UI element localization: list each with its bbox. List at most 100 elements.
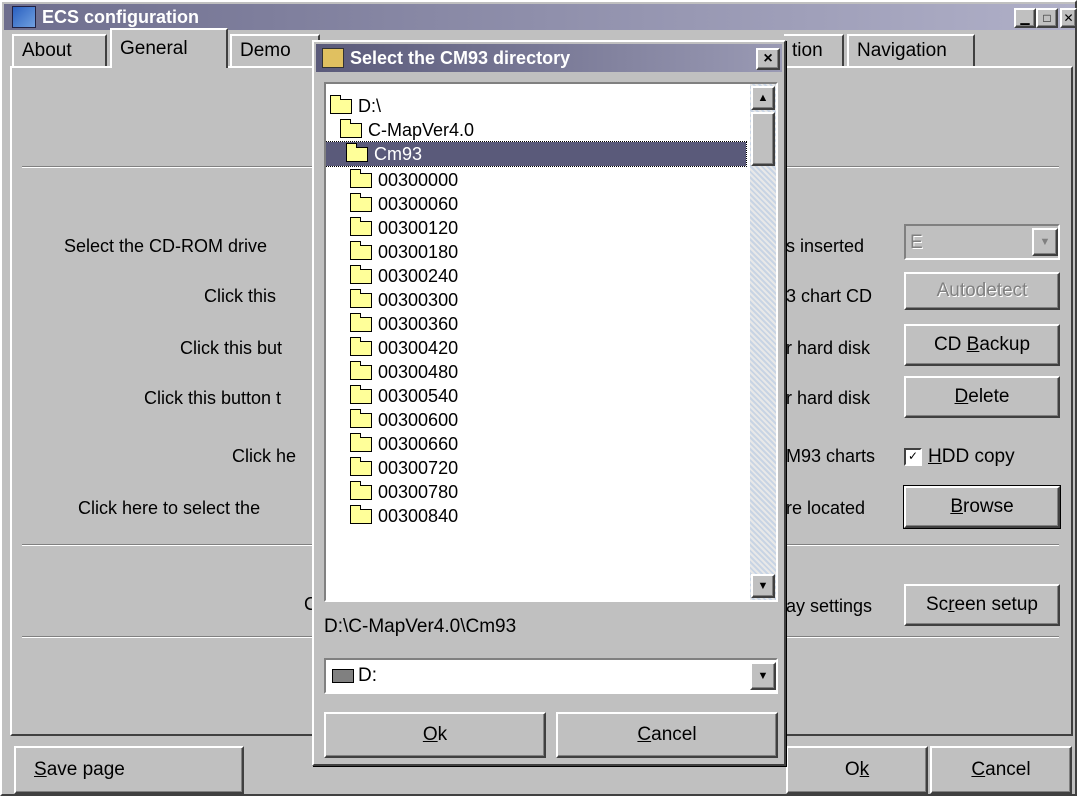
folder-label: 00300120 <box>378 217 459 238</box>
label-part: rowse <box>963 496 1014 517</box>
tab-label: General <box>120 38 188 59</box>
open-folder-icon <box>330 94 352 114</box>
row-label: r hard disk <box>786 388 871 408</box>
minimize-icon: ▁ <box>1020 11 1030 25</box>
button-label: CD Backup <box>934 334 1030 356</box>
open-folder-icon <box>340 118 362 138</box>
save-page-button[interactable]: Save page <box>14 746 244 794</box>
dialog-ok-button[interactable]: Ok <box>324 712 546 758</box>
select-directory-dialog: Select the CM93 directory × D:\ C-MapVer… <box>312 40 786 766</box>
screen-setup-button[interactable]: Screen setup <box>904 584 1060 626</box>
button-label: Ok <box>845 759 869 781</box>
label-part: ackup <box>979 334 1031 355</box>
delete-button[interactable]: Delete <box>904 376 1060 418</box>
scroll-thumb[interactable] <box>751 112 775 166</box>
folder-list-item[interactable]: 00300360 <box>350 312 458 336</box>
folder-list-item[interactable]: 00300720 <box>350 456 458 480</box>
hdd-copy-checkbox[interactable]: ✓ HDD copy <box>904 446 1015 468</box>
label-part: ave page <box>46 759 125 780</box>
folder-list-item[interactable]: 00300420 <box>350 336 458 360</box>
dialog-titlebar[interactable]: Select the CM93 directory <box>316 44 782 72</box>
dialog-title: Select the CM93 directory <box>350 47 571 68</box>
window-title: ECS configuration <box>42 6 199 27</box>
folder-label: 00300180 <box>378 241 459 262</box>
chevron-down-icon: ▼ <box>757 670 769 682</box>
label-part: ancel <box>985 759 1031 780</box>
drive-icon <box>332 669 354 683</box>
dropdown-arrow-button[interactable]: ▼ <box>1032 228 1058 256</box>
label-part: B <box>966 334 980 355</box>
button-label: Cancel <box>637 724 696 746</box>
scroll-down-button[interactable]: ▼ <box>751 574 775 598</box>
app-icon <box>12 6 36 28</box>
label-part: k <box>859 759 870 780</box>
dialog-close-button[interactable]: × <box>756 48 780 70</box>
folder-label: 00300540 <box>378 385 459 406</box>
folder-list-item[interactable]: 00300060 <box>350 192 458 216</box>
maximize-button[interactable]: □ <box>1036 8 1058 28</box>
folder-icon <box>350 408 372 428</box>
folder-list-item[interactable]: 00300120 <box>350 216 458 240</box>
tree-item-drive[interactable]: D:\ <box>330 94 381 118</box>
row-label: Click this but <box>180 338 283 358</box>
row-label: M93 charts <box>786 446 876 466</box>
label-part: D <box>954 386 969 407</box>
tab-general[interactable]: General <box>110 28 228 68</box>
folder-icon <box>350 504 372 524</box>
dialog-cancel-button[interactable]: Cancel <box>556 712 778 758</box>
folder-list-item[interactable]: 00300540 <box>350 384 458 408</box>
label-part: Sc <box>926 594 949 615</box>
folder-icon <box>350 480 372 500</box>
label-part: k <box>437 724 448 745</box>
row-label: Click he <box>232 446 297 466</box>
tree-item-cm93-selected[interactable]: Cm93 <box>326 141 747 167</box>
cancel-button[interactable]: Cancel <box>930 746 1072 794</box>
folder-label: 00300660 <box>378 433 459 454</box>
folder-list-item[interactable]: 00300300 <box>350 288 458 312</box>
label-part: O <box>844 759 860 780</box>
cdrom-drive-select[interactable]: E ▼ <box>904 224 1060 260</box>
folder-list-item[interactable]: 00300660 <box>350 432 458 456</box>
tab-navigation[interactable]: Navigation <box>847 34 975 66</box>
row-label: re located <box>786 498 866 518</box>
minimize-button[interactable]: ▁ <box>1014 8 1036 28</box>
vertical-scrollbar[interactable]: ▲ ▼ <box>750 84 776 600</box>
ok-button[interactable]: Ok <box>786 746 928 794</box>
tree-item-label: Cm93 <box>374 143 423 164</box>
cd-backup-button[interactable]: CD Backup <box>904 324 1060 366</box>
checkbox-box[interactable]: ✓ <box>904 448 922 466</box>
directory-tree[interactable]: D:\ C-MapVer4.0 Cm93 00300000 00300060 003… <box>324 82 778 602</box>
folder-label: 00300600 <box>378 409 459 430</box>
folder-list-item[interactable]: 00300180 <box>350 240 458 264</box>
maximize-icon: □ <box>1043 11 1051 25</box>
folder-list-item[interactable]: 00300000 <box>350 168 458 192</box>
tree-item-label: D:\ <box>358 95 382 116</box>
close-button[interactable]: ✕ <box>1060 8 1077 28</box>
label-part: DD copy <box>941 446 1015 467</box>
dropdown-arrow-button[interactable]: ▼ <box>750 662 776 690</box>
tab-option[interactable]: tion <box>784 34 844 66</box>
folder-icon <box>350 432 372 452</box>
tab-about[interactable]: About <box>12 34 107 66</box>
tree-item-cmapver[interactable]: C-MapVer4.0 <box>340 118 474 142</box>
scroll-up-button[interactable]: ▲ <box>751 86 775 110</box>
folder-label: 00300300 <box>378 289 459 310</box>
tab-demo[interactable]: Demo <box>230 34 320 66</box>
button-label: Save page <box>34 759 125 781</box>
label-part: S <box>34 759 47 780</box>
row-label: ay settings <box>786 596 873 616</box>
folder-list-item[interactable]: 00300840 <box>350 504 458 528</box>
drive-select[interactable]: D: ▼ <box>324 658 778 694</box>
autodetect-button[interactable]: Autodetect <box>904 272 1060 310</box>
main-titlebar[interactable]: ECS configuration <box>4 4 1075 30</box>
folder-list-item[interactable]: 00300480 <box>350 360 458 384</box>
tab-label: tion <box>792 40 823 61</box>
folder-list-item[interactable]: 00300780 <box>350 480 458 504</box>
folder-list-item[interactable]: 00300600 <box>350 408 458 432</box>
cdrom-drive-value: E <box>910 232 923 253</box>
browse-button[interactable]: Browse <box>904 486 1060 528</box>
folder-list-item[interactable]: 00300240 <box>350 264 458 288</box>
folder-label: 00300480 <box>378 361 459 382</box>
label-part: CD <box>933 334 967 355</box>
drive-value: D: <box>358 665 377 686</box>
